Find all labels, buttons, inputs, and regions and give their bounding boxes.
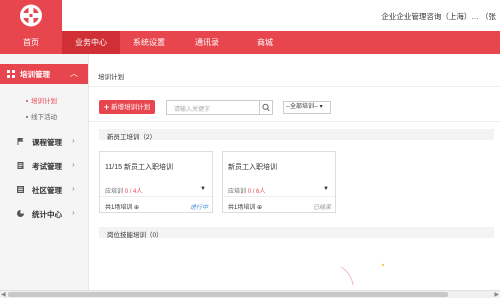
training-card[interactable]: 11/15 新员工入职培训 应培训 0 / 4人 ▼ 共1场培训 ⊕ 进行中: [99, 151, 213, 213]
bullet-icon: [26, 116, 28, 119]
flag-icon: [17, 138, 24, 145]
document-icon: [17, 162, 24, 169]
card-footer: 共1场培训 ⊕: [228, 202, 262, 211]
nav-item-business-center[interactable]: 业务中心: [62, 31, 120, 54]
status-badge: 已结束: [312, 205, 331, 211]
section-header-skill-training[interactable]: 岗位技能培训（0）: [99, 227, 494, 239]
chevron-up-icon: ︿: [70, 69, 78, 78]
breadcrumb: 培训计划: [98, 74, 124, 81]
stat-prefix: 应培训: [228, 189, 247, 195]
card-footer: 共1场培训 ⊕: [105, 202, 139, 211]
sidebar-item-label: 培训计划: [31, 98, 57, 105]
card-stat: 应培训 0 / 4人: [105, 186, 142, 195]
divider: [89, 86, 500, 87]
nav-item-mall[interactable]: 商城: [236, 31, 294, 54]
nav-item-contacts[interactable]: 通讯录: [178, 31, 236, 54]
sidebar-group-courses[interactable]: 课程管理 ›: [0, 132, 88, 152]
main-content: 培训计划 + 新增培训计划 请输入关键字 --全部培训-- ▾ 新员工培训（2） …: [89, 54, 500, 290]
sidebar-group-label: 课程管理: [32, 138, 62, 147]
select-value: --全部培训--: [286, 104, 318, 110]
section-label: 岗位技能培训（0）: [107, 232, 163, 239]
main-nav: 首页 业务中心 系统设置 通讯录 商城: [0, 31, 500, 54]
divider: [223, 196, 335, 197]
scrollbar-thumb[interactable]: [8, 292, 448, 297]
decorative-graphic: [340, 263, 385, 286]
card-stat: 应培训 0 / 6人: [228, 186, 265, 195]
sidebar-group-training[interactable]: 培训管理 ︿: [0, 64, 88, 84]
pie-chart-icon: [17, 210, 24, 217]
search-input[interactable]: 请输入关键字: [166, 100, 273, 115]
sidebar-group-label: 考试管理: [32, 162, 62, 171]
caret-down-icon[interactable]: ▼: [323, 186, 329, 192]
section-label: 新员工培训（2）: [107, 134, 157, 141]
stat-value: 0 / 6人: [247, 189, 266, 195]
training-card[interactable]: 新员工入职培训 应培训 0 / 6人 ▼ 共1场培训 ⊕ 已结束: [222, 151, 336, 213]
stat-value: 0 / 4人: [124, 189, 143, 195]
search-button[interactable]: [259, 101, 272, 114]
chevron-right-icon: ›: [72, 136, 75, 145]
card-title: 新员工入职培训: [228, 164, 277, 171]
divider: [100, 196, 212, 197]
sidebar-group-label: 统计中心: [32, 210, 62, 219]
section-header-new-employee[interactable]: 新员工培训（2）: [99, 129, 494, 141]
search-icon: [262, 103, 270, 112]
company-name[interactable]: 企业企业管理咨询（上海）… （张: [381, 11, 496, 22]
top-bar: 企业企业管理咨询（上海）… （张: [0, 0, 500, 31]
sidebar: 培训管理 ︿ 培训计划 线下活动 课程管理 › 考试管理 › 社区管理 › 统计…: [0, 54, 89, 290]
add-button-label: 新增培训计划: [111, 104, 151, 111]
sidebar-group-community[interactable]: 社区管理 ›: [0, 180, 88, 200]
add-circle-icon[interactable]: ⊕: [257, 205, 262, 211]
chevron-right-icon: ›: [72, 184, 75, 193]
divider: [89, 121, 500, 122]
sidebar-item-offline-activity[interactable]: 线下活动: [26, 111, 57, 121]
chevron-right-icon: ›: [72, 160, 75, 169]
logo-emblem-icon: [20, 4, 42, 27]
stat-prefix: 应培训: [105, 189, 124, 195]
community-icon: [17, 186, 24, 193]
card-title: 11/15 新员工入职培训: [105, 164, 173, 171]
chevron-down-icon: ▾: [319, 104, 323, 110]
footer-label: 共1场培训: [228, 205, 256, 211]
grid-icon: [7, 70, 15, 78]
sidebar-group-label: 培训管理: [20, 70, 50, 79]
training-filter-select[interactable]: --全部培训-- ▾: [283, 101, 331, 114]
add-training-plan-button[interactable]: + 新增培训计划: [99, 100, 155, 114]
sidebar-group-exams[interactable]: 考试管理 ›: [0, 156, 88, 176]
add-circle-icon[interactable]: ⊕: [134, 205, 139, 211]
chevron-right-icon: ›: [72, 208, 75, 217]
caret-down-icon[interactable]: ▼: [200, 186, 206, 192]
bullet-icon: [26, 100, 28, 103]
nav-item-system-settings[interactable]: 系统设置: [120, 31, 178, 54]
sidebar-item-label: 线下活动: [31, 114, 57, 121]
company-logo[interactable]: [0, 0, 62, 31]
plus-icon: +: [103, 102, 110, 112]
footer-label: 共1场培训: [105, 205, 133, 211]
sidebar-item-training-plan[interactable]: 培训计划: [26, 95, 57, 105]
sidebar-group-label: 社区管理: [32, 186, 62, 195]
nav-item-home[interactable]: 首页: [0, 31, 62, 54]
sidebar-group-statistics[interactable]: 统计中心 ›: [0, 204, 88, 224]
search-placeholder: 请输入关键字: [174, 107, 211, 113]
status-badge: 进行中: [189, 205, 208, 211]
